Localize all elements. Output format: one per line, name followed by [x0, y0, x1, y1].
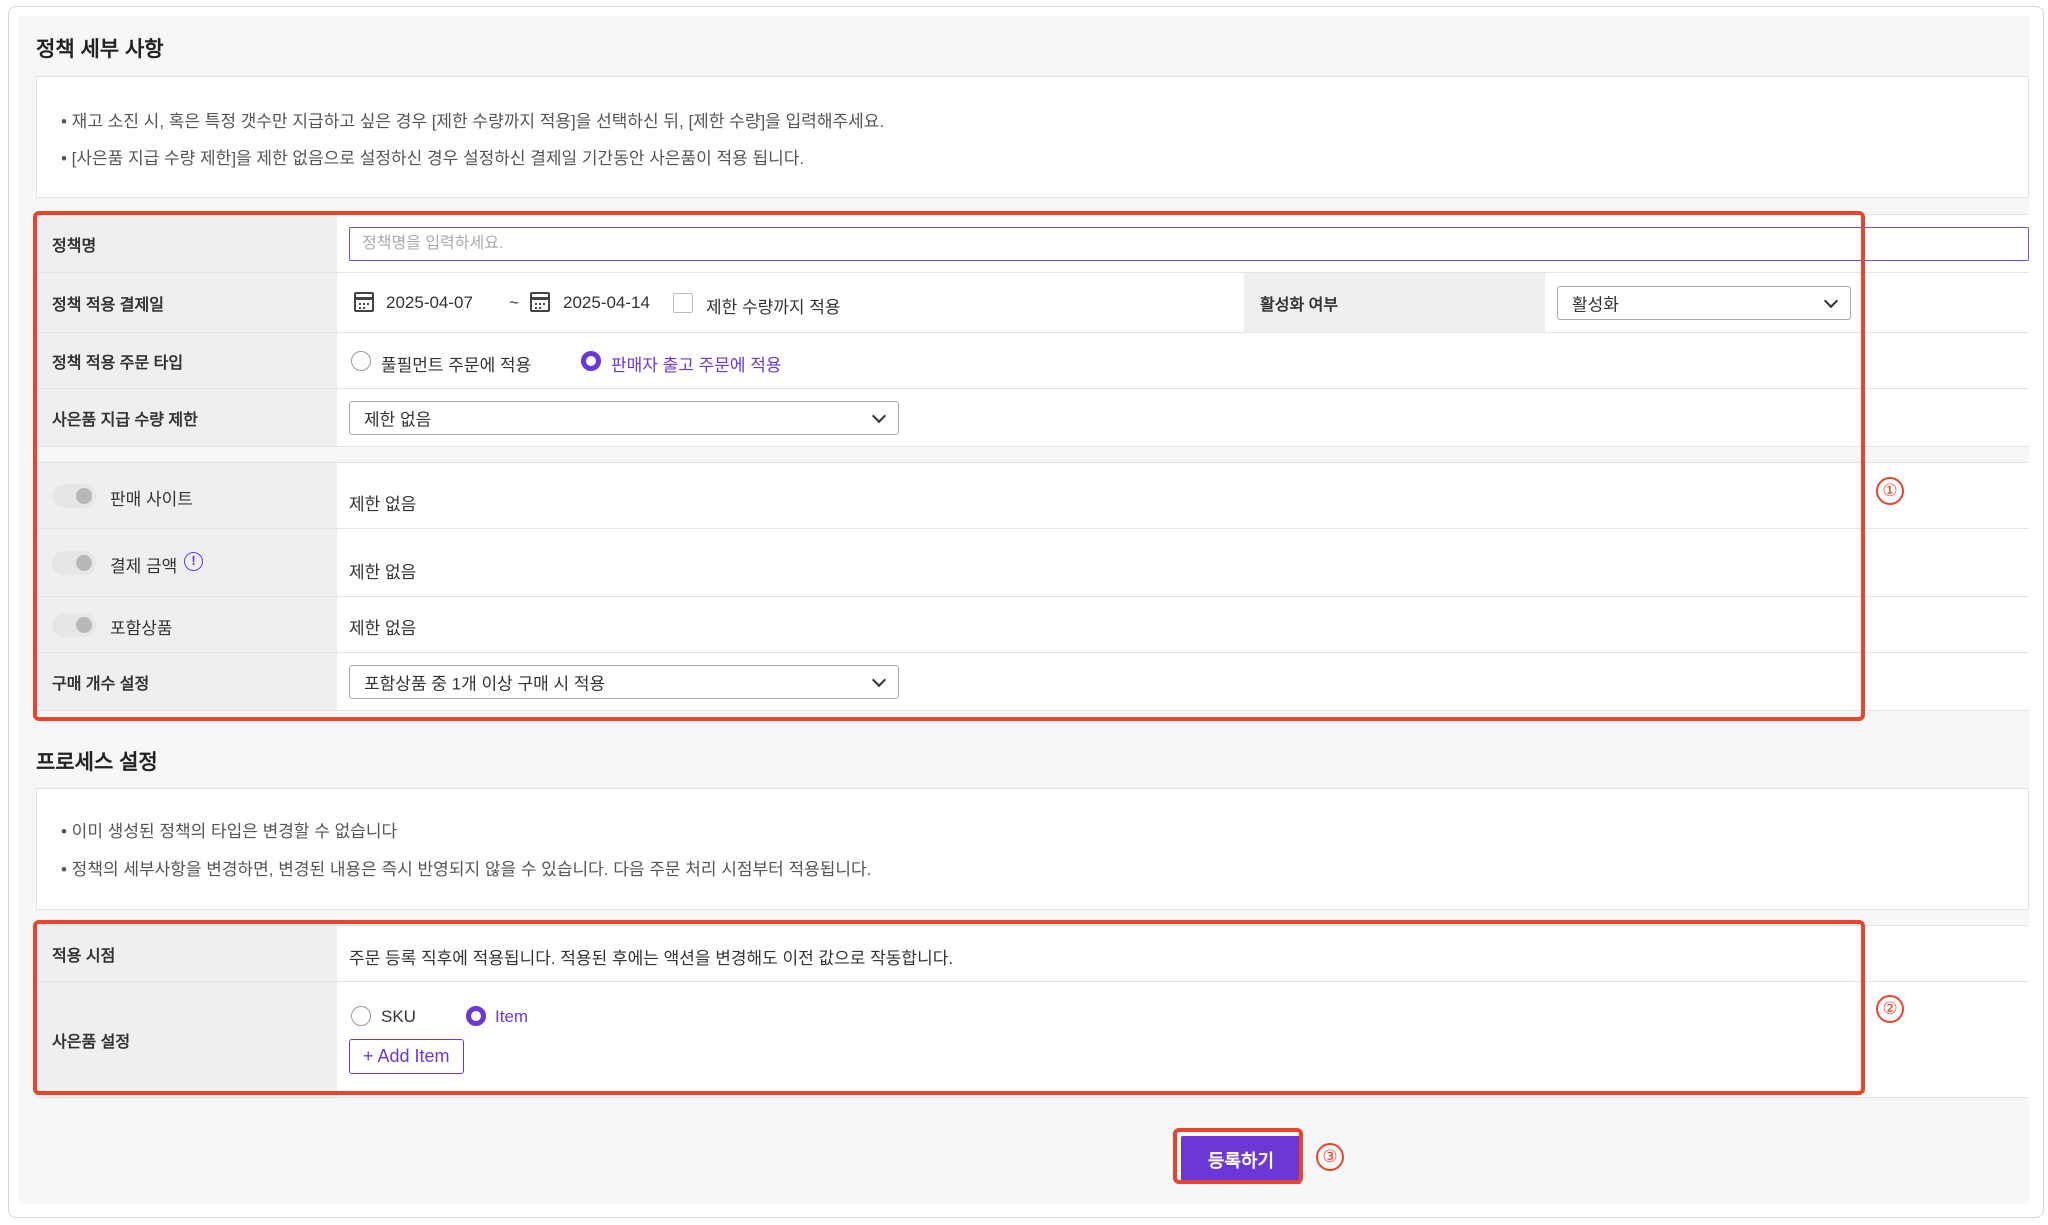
add-item-button[interactable]: + Add Item — [349, 1039, 464, 1074]
row-included-products: 포함상품 제한 없음 — [36, 597, 2029, 653]
payment-amount-value: 제한 없음 — [349, 563, 417, 582]
process-settings-notice: • 이미 생성된 정책의 타입은 변경할 수 없습니다 • 정책의 세부사항을 … — [36, 788, 2029, 910]
policy-details-notice: • 재고 소진 시, 혹은 특정 갯수만 지급하고 싶은 경우 [제한 수량까지… — [36, 76, 2029, 198]
row-order-type: 정책 적용 주문 타입 풀필먼트 주문에 적용 판매자 출고 주문에 적용 — [36, 333, 2029, 389]
calendar-icon[interactable] — [354, 292, 374, 312]
notice-line: • 정책의 세부사항을 변경하면, 변경된 내용은 즉시 반영되지 않을 수 있… — [61, 860, 872, 879]
process-settings-title: 프로세스 설정 — [36, 751, 158, 774]
radio-fulfillment[interactable] — [351, 351, 371, 371]
policy-details-title: 정책 세부 사항 — [36, 38, 164, 61]
marker-1: ① — [1876, 477, 1904, 505]
activation-select[interactable]: 활성화 — [1557, 286, 1851, 320]
included-products-value: 제한 없음 — [349, 619, 417, 638]
radio-item[interactable] — [466, 1006, 486, 1026]
radio-item-label: Item — [495, 1007, 529, 1026]
row-payment-date: 정책 적용 결제일 2025-04-07 ~ 2025-04-14 제한 수량까… — [36, 273, 2029, 333]
policy-form-panel: 정책 세부 사항 • 재고 소진 시, 혹은 특정 갯수만 지급하고 싶은 경우… — [19, 16, 2029, 1204]
apply-timing-label: 적용 시점 — [52, 947, 116, 965]
policy-name-input[interactable] — [349, 227, 2029, 261]
end-date[interactable]: 2025-04-14 — [563, 293, 650, 313]
row-sales-site: 판매 사이트 제한 없음 — [36, 463, 2029, 529]
info-icon[interactable]: ! — [184, 552, 203, 571]
register-button[interactable]: 등록하기 — [1181, 1136, 1301, 1184]
radio-sku-label: SKU — [381, 1007, 416, 1026]
sales-site-toggle[interactable] — [52, 484, 96, 508]
purchase-count-label: 구매 개수 설정 — [52, 675, 150, 693]
date-separator: ~ — [509, 293, 519, 312]
purchase-count-select[interactable]: 포함상품 중 1개 이상 구매 시 적용 — [349, 665, 899, 699]
radio-seller-shipping-label: 판매자 출고 주문에 적용 — [611, 356, 782, 375]
chevron-down-icon — [1823, 293, 1839, 309]
payment-amount-label: 결제 금액 — [110, 557, 178, 576]
marker-2: ② — [1876, 995, 1904, 1023]
included-products-label: 포함상품 — [110, 619, 173, 638]
chevron-down-icon — [871, 672, 887, 688]
row-policy-name: 정책명 — [36, 215, 2029, 273]
notice-line: • [사은품 지급 수량 제한]을 제한 없음으로 설정하신 경우 설정하신 결… — [61, 149, 805, 168]
process-settings-table: 적용 시점 주문 등록 직후에 적용됩니다. 적용된 후에는 액션을 변경해도 … — [36, 925, 2029, 1098]
row-quantity-limit: 사은품 지급 수량 제한 제한 없음 — [36, 389, 2029, 447]
limit-quantity-label: 제한 수량까지 적용 — [706, 298, 841, 317]
row-purchase-count: 구매 개수 설정 포함상품 중 1개 이상 구매 시 적용 — [36, 653, 2029, 711]
marker-3: ③ — [1316, 1143, 1344, 1171]
sales-site-value: 제한 없음 — [349, 495, 417, 514]
included-products-toggle[interactable] — [52, 613, 96, 637]
notice-line: • 이미 생성된 정책의 타입은 변경할 수 없습니다 — [61, 822, 398, 841]
apply-timing-value: 주문 등록 직후에 적용됩니다. 적용된 후에는 액션을 변경해도 이전 값으로… — [349, 949, 954, 968]
gift-setting-label: 사은품 설정 — [52, 1033, 131, 1051]
radio-sku[interactable] — [351, 1006, 371, 1026]
activation-label: 활성화 여부 — [1260, 296, 1339, 314]
row-apply-timing: 적용 시점 주문 등록 직후에 적용됩니다. 적용된 후에는 액션을 변경해도 … — [36, 926, 2029, 982]
limit-quantity-checkbox[interactable] — [673, 293, 693, 313]
policy-details-table: 정책명 정책 적용 결제일 2025-04-07 ~ 2025-04-14 제한… — [36, 214, 2029, 711]
row-spacer — [36, 447, 2029, 463]
row-payment-amount: 결제 금액 ! 제한 없음 — [36, 529, 2029, 597]
policy-name-label: 정책명 — [52, 237, 97, 255]
payment-date-label: 정책 적용 결제일 — [52, 296, 164, 314]
quantity-limit-label: 사은품 지급 수량 제한 — [52, 411, 198, 429]
start-date[interactable]: 2025-04-07 — [386, 293, 473, 313]
radio-seller-shipping[interactable] — [581, 351, 601, 371]
chevron-down-icon — [871, 408, 887, 424]
notice-line: • 재고 소진 시, 혹은 특정 갯수만 지급하고 싶은 경우 [제한 수량까지… — [61, 112, 885, 131]
quantity-limit-select[interactable]: 제한 없음 — [349, 401, 899, 435]
payment-amount-toggle[interactable] — [52, 551, 96, 575]
calendar-icon[interactable] — [530, 292, 550, 312]
radio-fulfillment-label: 풀필먼트 주문에 적용 — [381, 356, 532, 375]
sales-site-label: 판매 사이트 — [110, 490, 193, 509]
row-gift-setting: 사은품 설정 SKU Item + Add Item — [36, 982, 2029, 1098]
order-type-label: 정책 적용 주문 타입 — [52, 354, 184, 372]
